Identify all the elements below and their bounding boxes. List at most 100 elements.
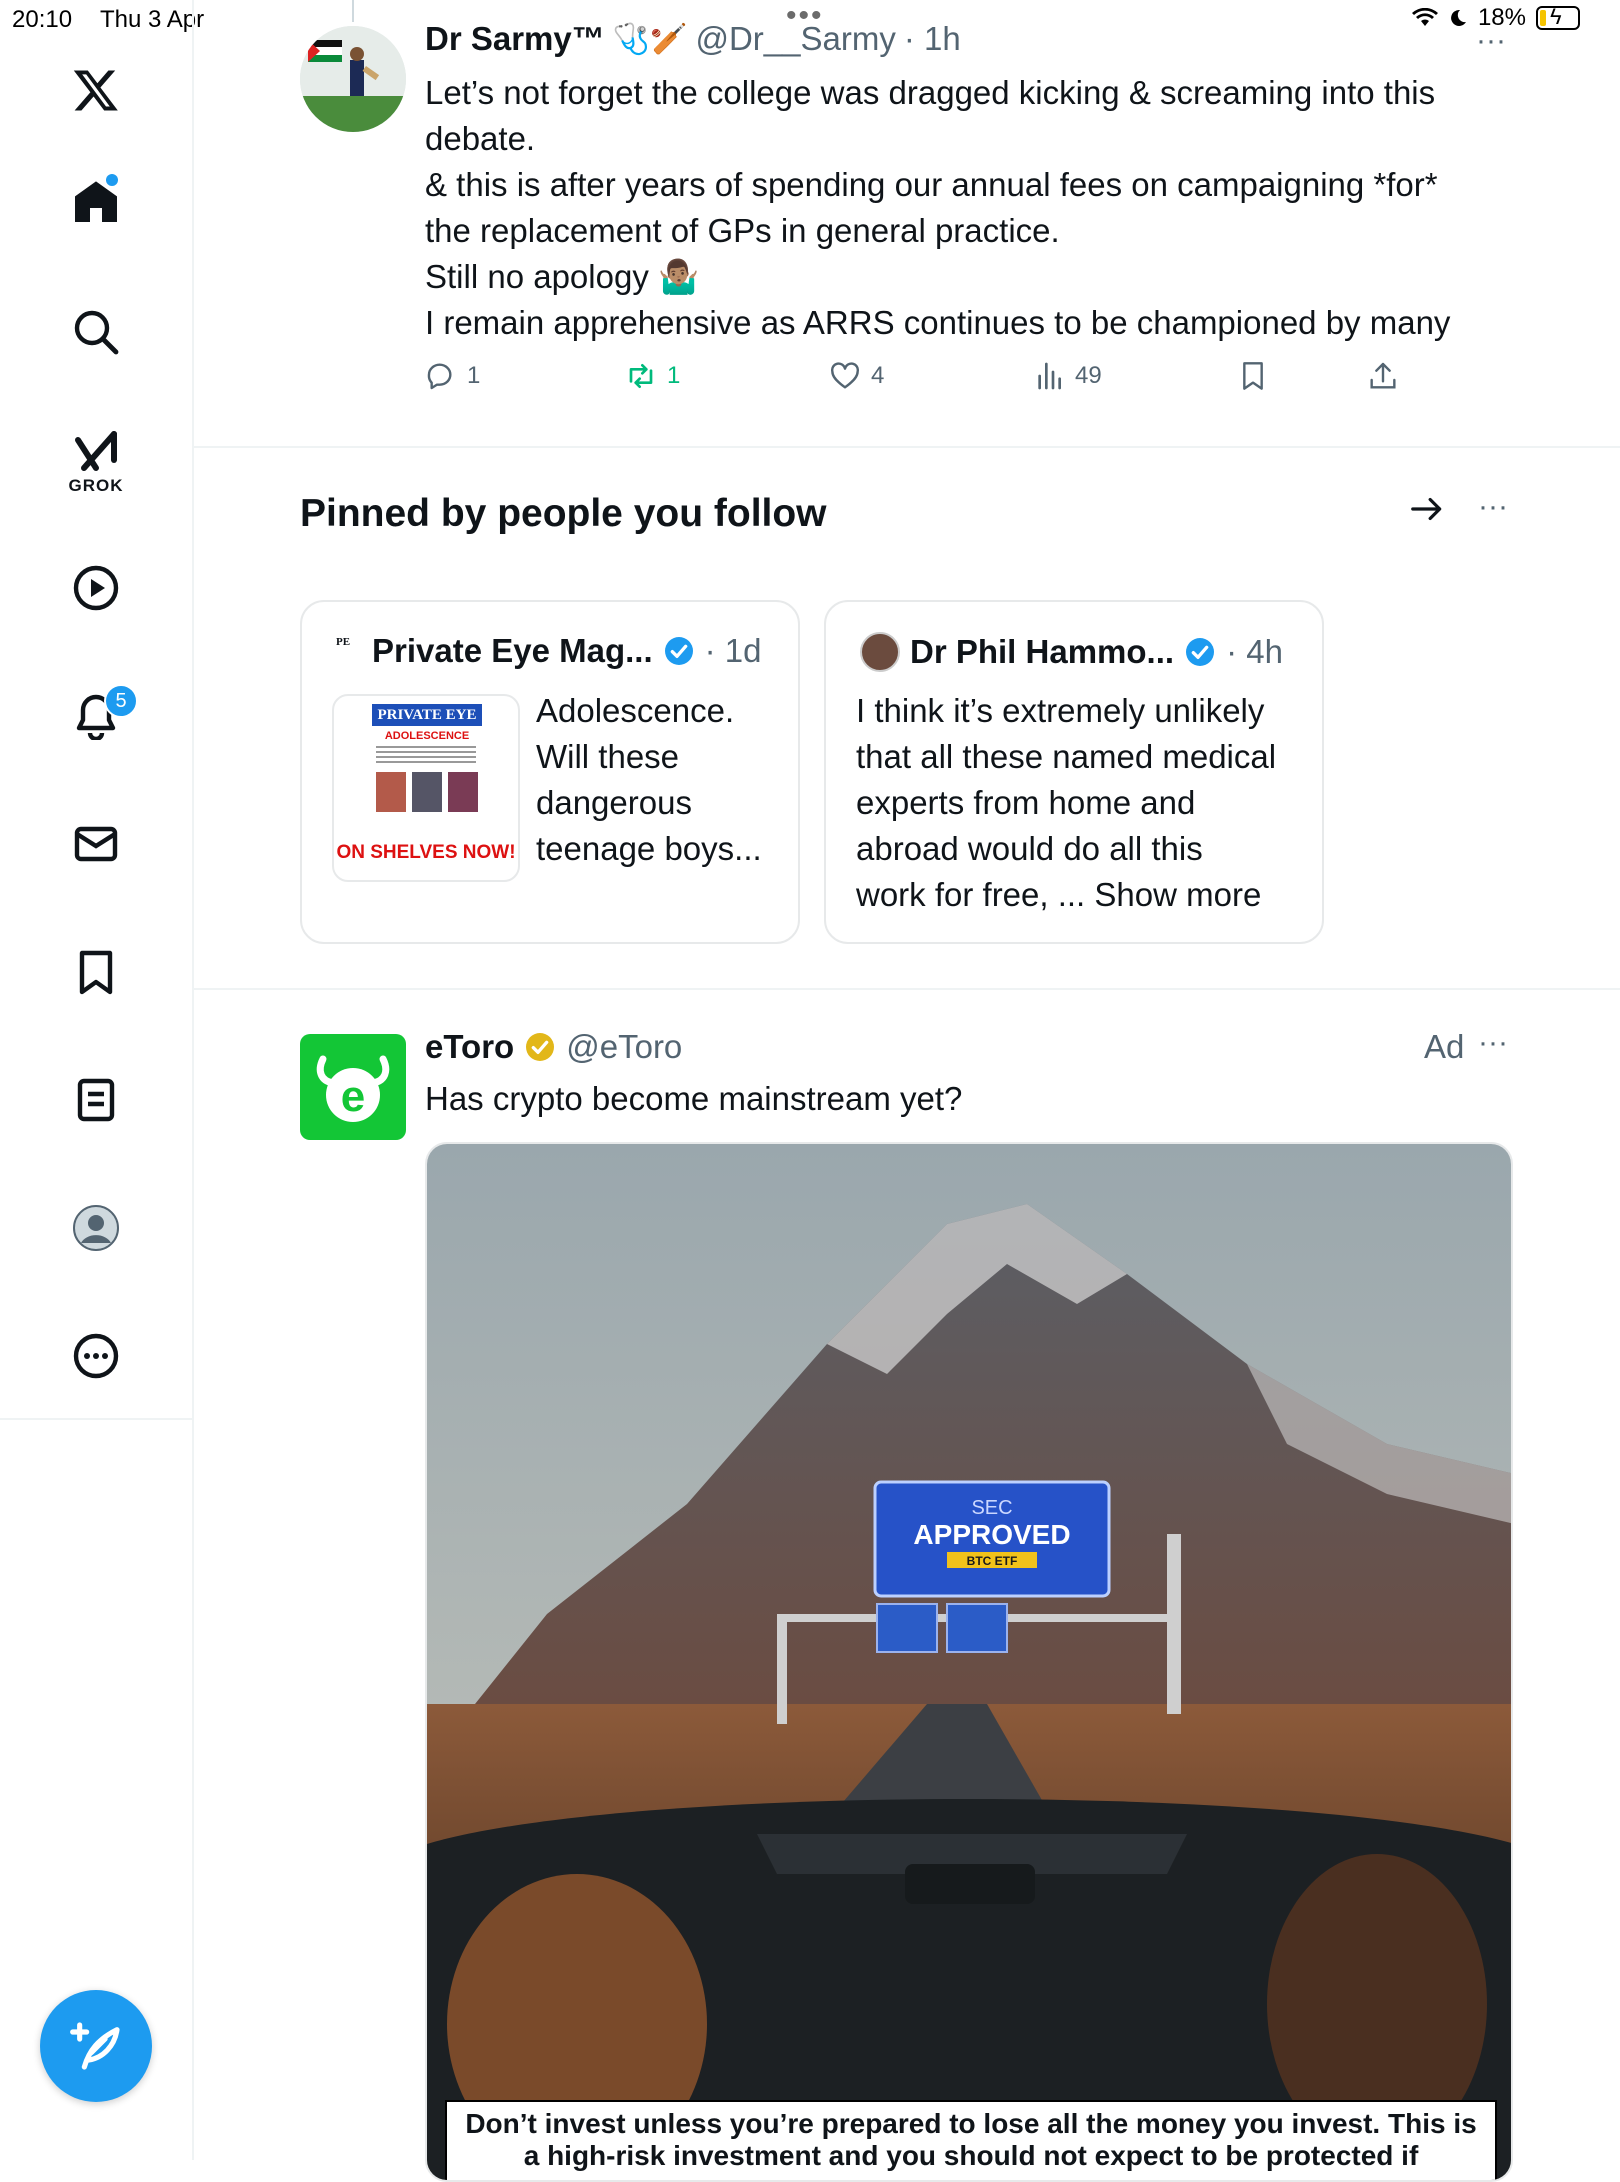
- card-header: Dr Phil Hammo... · 4h: [860, 632, 1283, 672]
- x-logo-icon[interactable]: [62, 56, 130, 124]
- more-icon[interactable]: [62, 1322, 130, 1390]
- card-author-name: Dr Phil Hammo...: [910, 633, 1175, 670]
- reply-button[interactable]: 1: [425, 360, 480, 392]
- card-text: I think it’s extremely unlikely that all…: [856, 688, 1316, 918]
- tweet-author-emoji: 🩺🏏: [612, 22, 688, 56]
- card-time: · 4h: [1226, 633, 1283, 670]
- like-count: 4: [871, 362, 885, 389]
- compose-button[interactable]: [40, 1990, 152, 2102]
- reply-icon: [427, 363, 452, 390]
- pinned-card-private-eye[interactable]: PE Private Eye Mag... · 1d PRIVATE EYE A…: [300, 600, 800, 944]
- ad-label: Ad: [1424, 1028, 1465, 1065]
- compose-feather-icon: [70, 2022, 120, 2070]
- sidebar: GROK 5: [0, 0, 194, 2160]
- tweet-line: I remain apprehensive as ARRS continues …: [425, 304, 1451, 341]
- home-new-dot: [106, 174, 118, 186]
- card-text-line: Adolescence.: [536, 692, 735, 729]
- verified-badge-icon: [1186, 638, 1215, 666]
- grok-label: GROK: [68, 476, 124, 495]
- ad-author-handle[interactable]: @eToro: [566, 1028, 682, 1066]
- notifications-badge: 5: [104, 684, 138, 718]
- card-text-line: dangerous: [536, 784, 692, 821]
- ad-header: eToro @eToro: [425, 1028, 682, 1066]
- pinned-card-phil-hammond[interactable]: Dr Phil Hammo... · 4h I think it’s extre…: [824, 600, 1324, 944]
- private-eye-cover-thumbnail: PRIVATE EYE ADOLESCENCE ON SHELVES NOW!: [332, 694, 520, 882]
- tweet-line: the replacement of GPs in general practi…: [425, 212, 1060, 249]
- phil-hammond-avatar: [860, 632, 900, 672]
- share-button[interactable]: [1367, 360, 1399, 392]
- ad-media-image[interactable]: SEC APPROVED BTC ETF Don’t invest unless…: [425, 1142, 1513, 2182]
- gold-verified-badge-icon: [526, 1033, 555, 1061]
- tweet-header: Dr Sarmy™ 🩺🏏 @Dr__Sarmy · 1h: [425, 20, 961, 58]
- thread-line: [352, 0, 354, 22]
- ad-more-icon[interactable]: ···: [1478, 1026, 1508, 1060]
- tweet-author-handle[interactable]: @Dr__Sarmy: [695, 20, 895, 58]
- thumb-sub: ADOLESCENCE: [384, 730, 470, 742]
- repost-count: 1: [667, 362, 681, 389]
- thumb-title: PRIVATE EYE: [372, 704, 482, 726]
- pinned-section-title: Pinned by people you follow: [300, 492, 827, 535]
- tweet-line: debate.: [425, 120, 536, 157]
- divider: [192, 446, 1620, 448]
- card-text: Adolescence. Will these dangerous teenag…: [536, 688, 786, 872]
- card-text-line: abroad would do all this: [856, 830, 1203, 867]
- video-icon[interactable]: [62, 554, 130, 622]
- risk-disclaimer: Don’t invest unless you’re prepared to l…: [445, 2100, 1497, 2180]
- etoro-logo[interactable]: e: [300, 1034, 406, 1140]
- tweet-text: Let’s not forget the college was dragged…: [425, 70, 1525, 346]
- etoro-bull-icon: e: [316, 1055, 390, 1122]
- tweet-author-name[interactable]: Dr Sarmy™: [425, 20, 605, 58]
- ad-scene-image: SEC APPROVED BTC ETF: [427, 1144, 1511, 2180]
- ad-text: Has crypto become mainstream yet?: [425, 1080, 963, 1117]
- messages-icon[interactable]: [62, 810, 130, 878]
- like-button[interactable]: 4: [829, 360, 884, 392]
- pinned-more-icon[interactable]: ···: [1478, 490, 1508, 524]
- views-button[interactable]: 49: [1033, 360, 1102, 392]
- battery-icon: ϟ: [1536, 4, 1580, 30]
- verified-badge-icon: [664, 637, 693, 665]
- tweet-time[interactable]: · 1h: [904, 20, 961, 58]
- card-text-line: that all these named medical: [856, 738, 1277, 775]
- tweet-line: Still no apology 🤷🏽‍♂️: [425, 258, 700, 295]
- moon-icon: [1451, 9, 1466, 26]
- tweet-line: Let’s not forget the college was dragged…: [425, 74, 1436, 111]
- thumb-banner: ON SHELVES NOW!: [336, 842, 516, 863]
- repost-button[interactable]: 1: [625, 360, 680, 392]
- bookmarks-icon[interactable]: [62, 938, 130, 1006]
- reply-count: 1: [467, 362, 481, 389]
- card-text-line: I think it’s extremely unlikely: [856, 692, 1265, 729]
- card-time: · 1d: [704, 632, 762, 669]
- profile-avatar-icon[interactable]: [62, 1194, 130, 1262]
- repost-icon: [629, 364, 653, 388]
- home-icon[interactable]: [62, 168, 130, 236]
- tweet-more-icon[interactable]: ···: [1476, 24, 1506, 58]
- sign-top: SEC: [971, 1497, 1012, 1519]
- private-eye-logo-icon: PE: [336, 636, 351, 648]
- card-text-line: Will these: [536, 738, 680, 775]
- search-icon[interactable]: [62, 298, 130, 366]
- tweet-line: & this is after years of spending our an…: [425, 166, 1438, 203]
- tweet-actions: 1 1 4 49: [425, 360, 1485, 404]
- sign-main: APPROVED: [913, 1519, 1070, 1550]
- sidebar-divider: [0, 1418, 192, 1420]
- pinned-see-more-arrow-icon[interactable]: [1408, 490, 1446, 533]
- card-author-name: Private Eye Mag...: [372, 632, 653, 669]
- lists-icon[interactable]: [62, 1066, 130, 1134]
- card-header: PE Private Eye Mag... · 1d: [336, 632, 762, 670]
- card-text-line: teenage boys...: [536, 830, 762, 867]
- heart-icon: [831, 362, 859, 389]
- card-text-line: experts from home and: [856, 784, 1196, 821]
- share-icon: [1370, 362, 1396, 389]
- card-text-line: work for free, ... Show more: [856, 876, 1262, 913]
- tweet-author-avatar[interactable]: [300, 26, 406, 132]
- sign-sub: BTC ETF: [967, 1554, 1018, 1568]
- divider: [192, 988, 1620, 990]
- wifi-icon: [1411, 8, 1438, 26]
- bookmark-button[interactable]: [1237, 360, 1269, 392]
- bookmark-icon: [1243, 362, 1263, 390]
- svg-text:e: e: [341, 1072, 365, 1121]
- views-count: 49: [1075, 362, 1102, 389]
- ad-author-name[interactable]: eToro: [425, 1028, 514, 1066]
- disclaimer-line: a high-risk investment and you should no…: [523, 2140, 1419, 2171]
- disclaimer-line: Don’t invest unless you’re prepared to l…: [465, 2108, 1477, 2139]
